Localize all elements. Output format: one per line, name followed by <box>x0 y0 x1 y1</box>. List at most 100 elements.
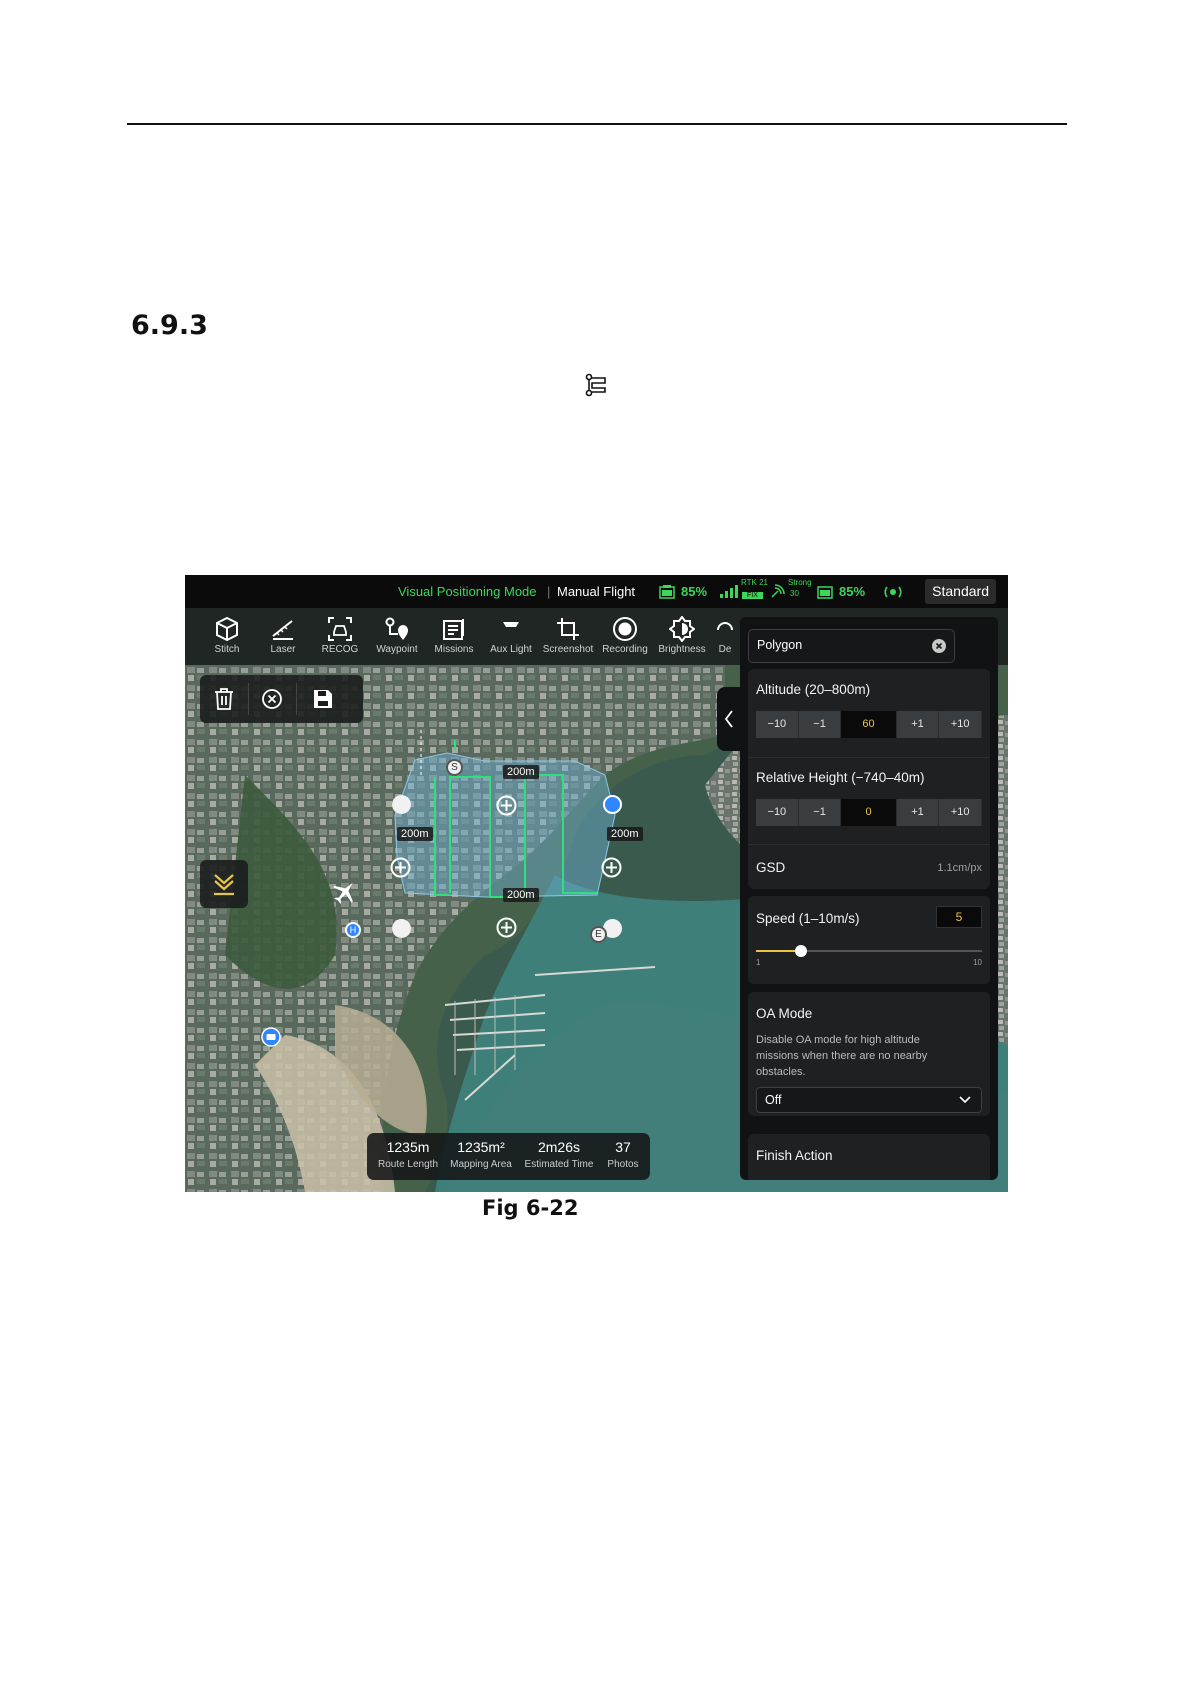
relative-height-minus-1-button[interactable]: −1 <box>798 799 842 826</box>
speed-value-input[interactable]: 5 <box>936 906 982 928</box>
oa-mode-select[interactable]: Off <box>756 1087 982 1113</box>
signal-strength-label: Strong <box>788 578 812 587</box>
save-icon[interactable] <box>312 688 334 710</box>
speed-max-label: 10 <box>973 958 982 967</box>
takeoff-landing-button[interactable] <box>200 860 248 908</box>
rc-battery-icon <box>817 586 833 599</box>
screenshot-icon <box>557 618 579 640</box>
laser-ruler-icon <box>272 620 293 640</box>
speed-label: Speed (1–10m/s) <box>756 911 860 926</box>
figure-caption: Fig 6-22 <box>482 1196 579 1220</box>
mission-name-field[interactable]: Polygon <box>748 629 955 663</box>
chevron-left-icon <box>724 710 733 728</box>
chevron-down-icon <box>959 1096 971 1104</box>
altitude-plus-10-button[interactable]: +10 <box>939 711 983 738</box>
stat-label: Mapping Area <box>450 1159 512 1170</box>
mapping-mission-icon <box>585 373 606 397</box>
altitude-label: Altitude (20–800m) <box>756 682 871 697</box>
signal-strength-value: 30 <box>790 589 799 598</box>
divider: | <box>547 584 551 599</box>
gimbal-status-icon <box>884 586 902 598</box>
stat-value: 37 <box>615 1139 631 1155</box>
stat-mapping-area: 1235m² Mapping Area <box>448 1139 514 1170</box>
stat-label: Route Length <box>377 1159 439 1170</box>
relative-height-plus-10-button[interactable]: +10 <box>939 799 983 826</box>
speed-min-label: 1 <box>756 958 761 967</box>
tool-defog[interactable]: De <box>710 610 740 655</box>
remote-controller-icon <box>261 1027 281 1047</box>
tool-recog[interactable]: RECOG <box>311 610 369 655</box>
record-icon <box>613 617 637 641</box>
mission-stats-bar: 1235m Route Length 1235m² Mapping Area 2m2… <box>367 1133 650 1180</box>
altitude-stepper: −10 −1 60 +1 +10 <box>756 711 983 738</box>
stat-label: Photos <box>607 1159 639 1170</box>
tool-label: Missions <box>434 644 474 655</box>
altitude-minus-1-button[interactable]: −1 <box>798 711 842 738</box>
add-vertex-icon[interactable] <box>496 917 517 938</box>
clear-field-icon[interactable] <box>932 639 946 653</box>
link-signal-icon <box>771 584 785 598</box>
altitude-plus-1-button[interactable]: +1 <box>896 711 940 738</box>
tool-recording[interactable]: Recording <box>596 610 654 655</box>
tool-label: RECOG <box>321 644 359 655</box>
gsd-value: 1.1cm/px <box>937 862 982 874</box>
home-point-marker: H <box>345 922 361 938</box>
oa-mode-label: OA Mode <box>756 1006 813 1021</box>
add-vertex-icon[interactable] <box>601 857 622 878</box>
app-screenshot: 200m 200m 200m 200m S E H Visual Positio… <box>185 575 1008 1192</box>
oa-mode-value: Off <box>765 1093 782 1107</box>
tool-missions[interactable]: Missions <box>425 610 483 655</box>
finish-action-box[interactable]: Finish Action <box>748 1134 990 1180</box>
divider <box>748 757 990 758</box>
tool-laser[interactable]: Laser <box>254 610 312 655</box>
speed-slider-handle[interactable] <box>795 945 808 957</box>
mission-name-value: Polygon <box>757 638 803 652</box>
stat-label: Estimated Time <box>524 1159 594 1170</box>
tool-aux-light[interactable]: Aux Light <box>482 610 540 655</box>
route-end-marker: E <box>590 926 607 943</box>
stat-route-length: 1235m Route Length <box>375 1139 441 1170</box>
tool-label: Brightness <box>658 644 706 655</box>
tool-screenshot[interactable]: Screenshot <box>539 610 597 655</box>
stitch-icon <box>216 616 238 642</box>
dimension-label: 200m <box>607 827 643 841</box>
altitude-minus-10-button[interactable]: −10 <box>756 711 799 738</box>
delete-icon[interactable] <box>213 687 235 711</box>
dimension-label: 200m <box>503 888 539 902</box>
panel-collapse-tab[interactable] <box>717 687 741 751</box>
divider <box>748 844 990 845</box>
defog-icon <box>717 622 733 631</box>
speed-slider[interactable] <box>756 945 982 957</box>
rc-battery: 85% <box>839 584 866 599</box>
tool-waypoint[interactable]: Waypoint <box>368 610 426 655</box>
missions-icon <box>443 619 464 640</box>
add-vertex-icon[interactable] <box>390 857 411 878</box>
tool-label: Aux Light <box>490 644 532 655</box>
clear-icon[interactable] <box>261 688 283 710</box>
tool-brightness[interactable]: Brightness <box>653 610 711 655</box>
aux-light-icon <box>503 622 519 627</box>
flight-mode: Manual Flight <box>557 584 636 599</box>
divider <box>248 683 249 715</box>
altitude-value-input[interactable]: 60 <box>841 711 897 738</box>
profile-standard-button[interactable]: Standard <box>925 579 996 604</box>
tool-label: Laser <box>270 644 296 655</box>
brightness-icon <box>669 616 695 642</box>
tool-stitch[interactable]: Stitch <box>198 610 256 655</box>
relative-height-value-input[interactable]: 0 <box>841 799 897 826</box>
relative-height-minus-10-button[interactable]: −10 <box>756 799 799 826</box>
add-vertex-icon[interactable] <box>496 795 517 816</box>
relative-height-label: Relative Height (−740–40m) <box>756 770 925 785</box>
vertex-handle-selected[interactable] <box>603 795 622 814</box>
dimension-label: 200m <box>397 827 433 841</box>
section-number: 6.9.3 <box>131 310 208 341</box>
stat-photos: 37 Photos <box>603 1139 643 1170</box>
stat-estimated-time: 2m26s Estimated Time <box>522 1139 596 1170</box>
vertex-handle[interactable] <box>392 919 411 938</box>
vertex-handle[interactable] <box>392 795 411 814</box>
oa-mode-description: Disable OA mode for high altitude missio… <box>756 1034 928 1078</box>
relative-height-plus-1-button[interactable]: +1 <box>896 799 940 826</box>
tool-label: Screenshot <box>542 644 594 655</box>
altitude-settings-box: Altitude (20–800m) −10 −1 60 +1 +10 Rela… <box>748 669 990 889</box>
finish-action-label: Finish Action <box>756 1148 833 1163</box>
